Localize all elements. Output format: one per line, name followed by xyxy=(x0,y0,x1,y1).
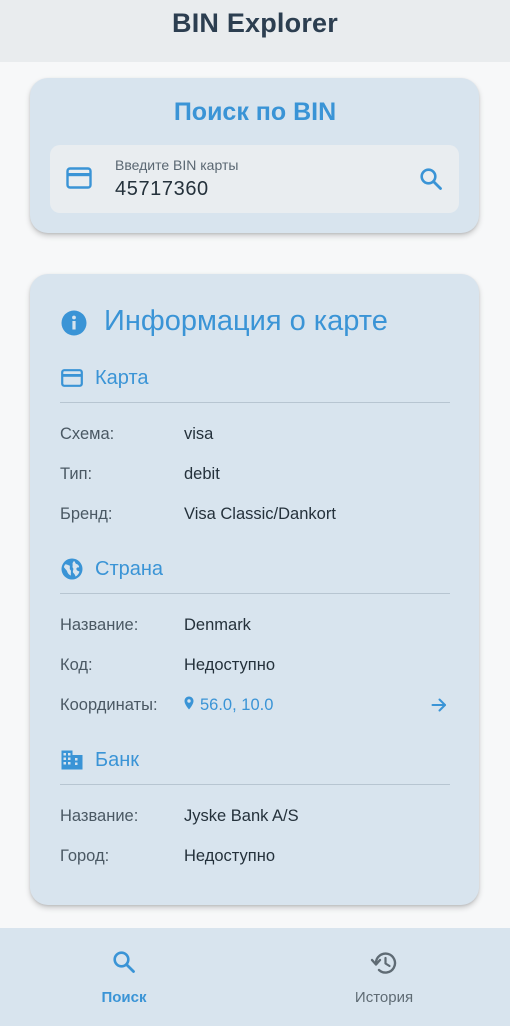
divider xyxy=(60,593,450,594)
row-value-bank-name: Jyske Bank A/S xyxy=(184,807,299,825)
credit-card-icon xyxy=(61,369,83,392)
row-label-country-code: Код: xyxy=(60,656,93,674)
divider xyxy=(60,402,450,403)
nav-label-search: Поиск xyxy=(101,989,147,1006)
nav-item-history[interactable]: История xyxy=(284,928,484,1026)
row-label-brand: Бренд: xyxy=(60,505,113,523)
credit-card-icon xyxy=(66,167,92,194)
bin-input-value[interactable]: 45717360 xyxy=(115,178,209,201)
divider xyxy=(60,784,450,785)
nav-item-search[interactable]: Поиск xyxy=(24,928,224,1026)
bank-building-icon xyxy=(61,750,83,775)
row-label-scheme: Схема: xyxy=(60,425,115,443)
search-card-title: Поиск по BIN xyxy=(173,98,337,126)
section-title-card: Карта xyxy=(95,367,149,389)
bottom-navigation: Поиск История xyxy=(0,928,510,1026)
row-label-coordinates: Координаты: xyxy=(60,696,158,714)
info-card-title: Информация о карте xyxy=(104,305,388,337)
coordinates-link[interactable]: 56.0, 10.0 xyxy=(184,696,273,715)
app-bar: BIN Explorer xyxy=(0,0,510,62)
row-label-bank-name: Название: xyxy=(60,807,139,825)
history-icon xyxy=(370,950,398,981)
row-value-brand: Visa Classic/Dankort xyxy=(184,505,336,523)
search-icon[interactable] xyxy=(419,167,443,196)
bin-input-label: Введите BIN карты xyxy=(115,157,239,173)
row-label-type: Тип: xyxy=(60,465,93,483)
section-title-bank: Банк xyxy=(95,749,140,771)
app-title: BIN Explorer xyxy=(172,7,338,38)
row-label-bank-city: Город: xyxy=(60,847,110,865)
bin-input-field[interactable]: Введите BIN карты 45717360 xyxy=(50,145,459,213)
search-icon xyxy=(112,950,136,979)
globe-icon xyxy=(61,558,83,585)
row-label-country-name: Название: xyxy=(60,616,139,634)
row-value-country-name: Denmark xyxy=(184,616,251,634)
row-value-bank-city: Недоступно xyxy=(184,847,275,865)
row-value-country-code: Недоступно xyxy=(184,656,275,674)
row-value-scheme: visa xyxy=(184,425,214,443)
nav-label-history: История xyxy=(354,989,414,1006)
arrow-right-icon[interactable] xyxy=(431,697,447,718)
location-pin-icon xyxy=(184,696,194,715)
section-title-country: Страна xyxy=(95,558,164,580)
coordinates-value[interactable]: 56.0, 10.0 xyxy=(200,696,273,715)
info-icon xyxy=(61,310,87,341)
row-value-type: debit xyxy=(184,465,220,483)
